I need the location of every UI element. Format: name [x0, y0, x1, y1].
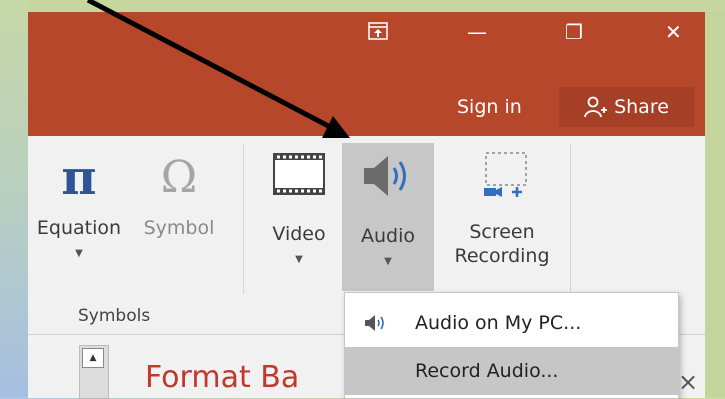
powerpoint-window: — ❐ ✕ Sign in Share π Equation ▼ Ω Symbo… — [0, 0, 725, 399]
annotation-arrow — [86, 0, 350, 138]
